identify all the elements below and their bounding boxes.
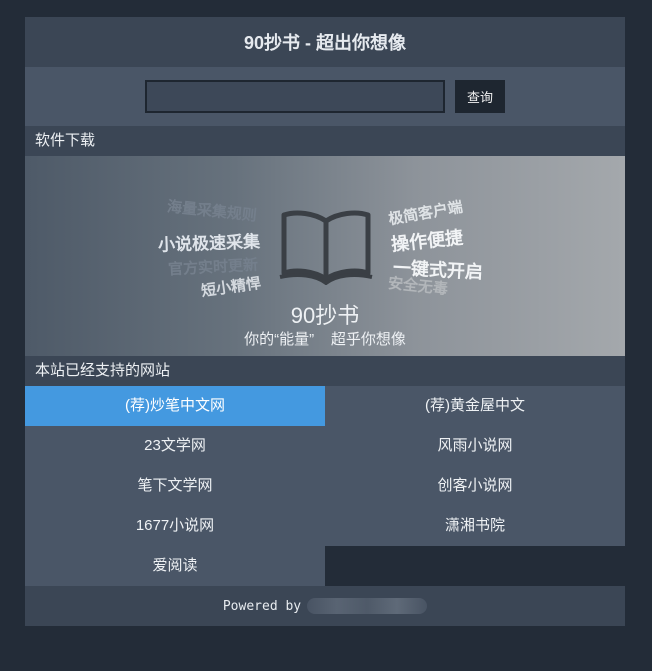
search-bar: 查询 [25, 67, 625, 126]
footer-text: Powered by [222, 598, 302, 614]
site-item[interactable]: 笔下文学网 [25, 466, 325, 506]
download-section-title: 软件下载 [25, 126, 625, 156]
site-list: (荐)炒笔中文网 (荐)黄金屋中文 23文学网 风雨小说网 笔下文学网 创客小说… [25, 386, 625, 586]
banner-slogan: 你的“能量” 超乎你想像 [244, 331, 406, 348]
main-panel: 90抄书 - 超出你想像 查询 软件下载 海量采集规则 小说极速采集 官方实时更… [25, 17, 625, 626]
download-banner[interactable]: 海量采集规则 小说极速采集 官方实时更新 短小精悍 极简客户端 操作便捷 一键式… [25, 156, 625, 356]
site-footer: Powered by [25, 586, 625, 626]
site-item[interactable]: 爱阅读 [25, 546, 325, 586]
site-item[interactable]: 潇湘书院 [325, 506, 625, 546]
site-item[interactable]: (荐)黄金屋中文 [325, 386, 625, 426]
banner-tag: 操作便捷 [390, 227, 464, 255]
page-title: 90抄书 - 超出你想像 [243, 33, 407, 53]
site-item[interactable]: 创客小说网 [325, 466, 625, 506]
site-item[interactable]: 23文学网 [25, 426, 325, 466]
search-input[interactable] [145, 80, 445, 113]
empty-cell [325, 546, 625, 586]
redacted-link [307, 598, 428, 614]
site-item[interactable]: 1677小说网 [25, 506, 325, 546]
sites-section-title: 本站已经支持的网站 [25, 356, 625, 386]
site-header: 90抄书 - 超出你想像 [25, 17, 625, 67]
search-button[interactable]: 查询 [455, 80, 505, 113]
site-item[interactable]: (荐)炒笔中文网 [25, 386, 325, 426]
site-item[interactable]: 风雨小说网 [325, 426, 625, 466]
banner-brand: 90抄书 [290, 303, 360, 328]
banner-tag: 海量采集规则 [166, 198, 258, 225]
open-book-icon [279, 210, 373, 285]
banner-tag: 小说极速采集 [157, 232, 261, 255]
